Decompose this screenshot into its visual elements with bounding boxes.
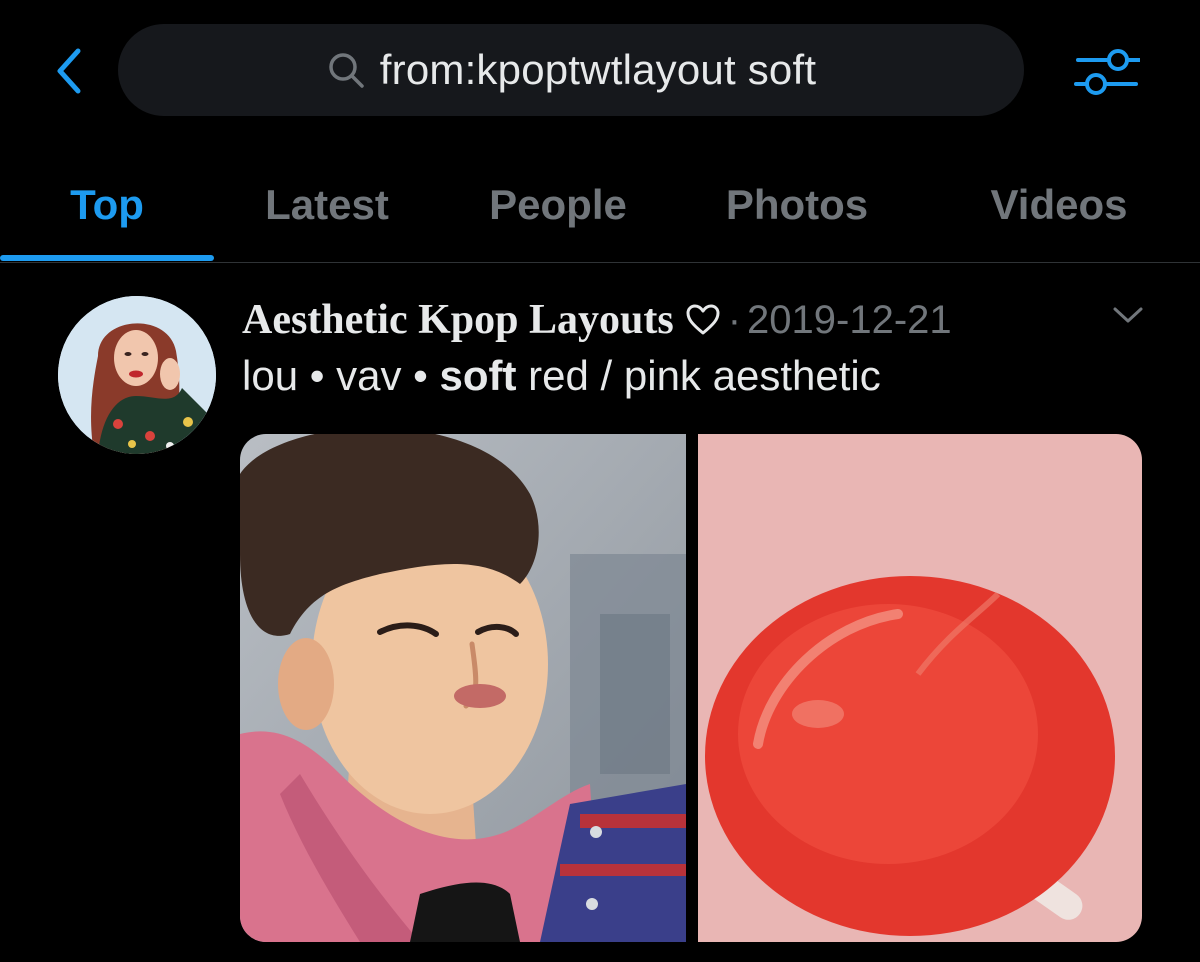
search-icon [326,50,366,90]
search-results-screen: from:kpoptwtlayout soft Top Latest Peopl… [0,0,1200,962]
tab-top[interactable]: Top [0,150,214,260]
tweet-text-highlight: soft [439,352,517,399]
tweet-header: Aesthetic Kpop Layouts · 2019-12-21 [242,290,952,350]
tab-latest[interactable]: Latest [214,150,440,260]
tweet-media [240,434,1142,942]
tab-people[interactable]: People [440,150,676,260]
display-name[interactable]: Aesthetic Kpop Layouts [242,296,674,344]
search-tabs: Top Latest People Photos Videos [0,150,1200,263]
sliders-icon [1074,43,1142,104]
media-photo-portrait[interactable] [240,434,686,942]
tweet-menu-button[interactable] [1108,300,1148,334]
tweet-text: lou • vav • soft red / pink aesthetic [242,352,881,400]
separator-dot: · [727,297,742,342]
tweet-date[interactable]: 2019-12-21 [747,298,952,343]
media-photo-lollipop[interactable] [698,434,1142,942]
search-filter-button[interactable] [1068,40,1146,106]
tab-photos[interactable]: Photos [676,150,918,260]
back-button[interactable] [44,40,94,106]
active-tab-indicator [0,255,214,261]
chevron-left-icon [54,47,84,100]
chevron-down-icon [1112,305,1144,330]
avatar[interactable] [58,296,216,454]
tab-videos[interactable]: Videos [918,150,1200,260]
tweet-text-prefix: lou • vav • [242,352,440,399]
heart-outline-icon [686,303,720,337]
search-bar[interactable]: from:kpoptwtlayout soft [118,24,1024,116]
tweet-text-suffix: red / pink aesthetic [516,352,881,399]
search-input[interactable]: from:kpoptwtlayout soft [380,46,816,94]
